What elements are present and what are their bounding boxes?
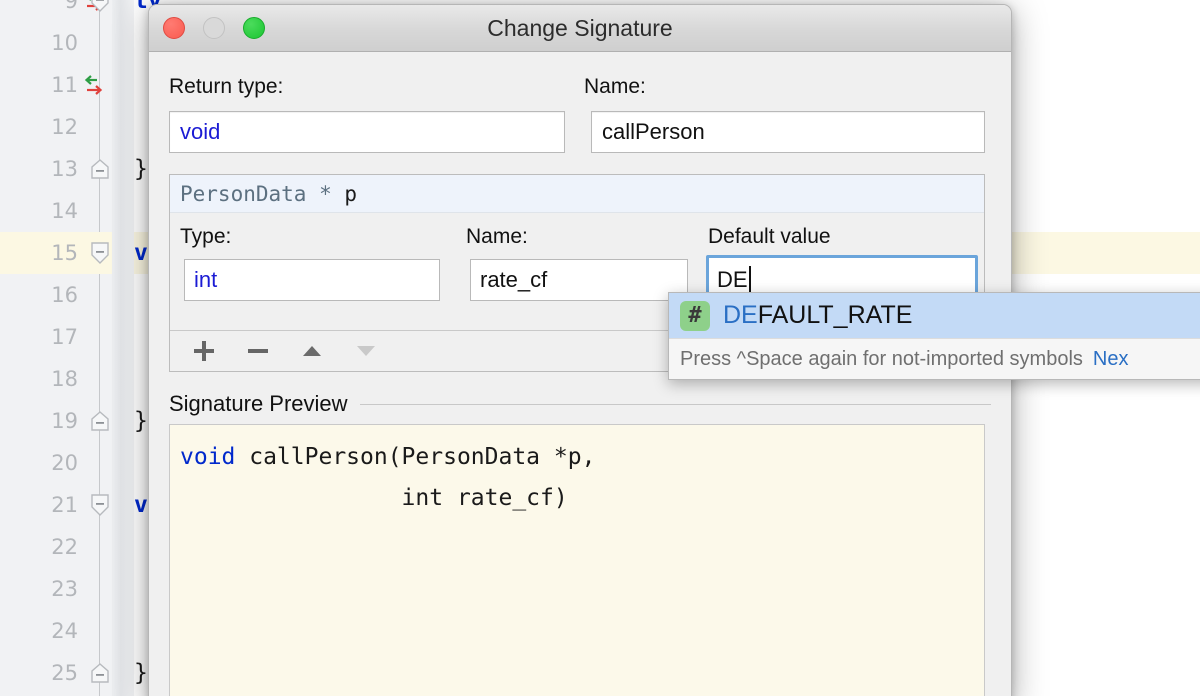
- parameter-row-existing[interactable]: PersonData * p: [170, 175, 984, 213]
- remove-parameter-button[interactable]: [236, 334, 280, 368]
- fold-end-icon[interactable]: [90, 410, 110, 432]
- parameter-name-input[interactable]: rate_cf: [470, 259, 688, 301]
- line-number[interactable]: 9: [0, 0, 78, 22]
- line-number[interactable]: 16: [0, 274, 78, 316]
- editor-code-text: }: [134, 660, 148, 686]
- move-parameter-down-button[interactable]: [344, 334, 388, 368]
- line-number[interactable]: 24: [0, 610, 78, 652]
- autocomplete-item-label: DEFAULT_RATE: [723, 301, 912, 330]
- move-parameter-up-button[interactable]: [290, 334, 334, 368]
- line-number[interactable]: 17: [0, 316, 78, 358]
- line-number[interactable]: 18: [0, 358, 78, 400]
- return-type-input[interactable]: void: [169, 111, 565, 153]
- line-number[interactable]: 22: [0, 526, 78, 568]
- arrow-up-icon: [303, 346, 321, 356]
- dialog-title: Change Signature: [487, 15, 673, 41]
- autocomplete-hint-bar: Press ^Space again for not-imported symb…: [669, 338, 1200, 379]
- column-label-default-value: Default value: [708, 225, 831, 248]
- line-number[interactable]: 13: [0, 148, 78, 190]
- signature-preview-divider: [359, 403, 991, 405]
- plus-icon: [194, 341, 214, 361]
- line-number[interactable]: 20: [0, 442, 78, 484]
- arrow-down-icon: [357, 346, 375, 356]
- autocomplete-next-link[interactable]: Nex: [1093, 348, 1129, 371]
- autocomplete-rest: FAULT_RATE: [757, 301, 913, 329]
- line-number[interactable]: 25: [0, 652, 78, 694]
- fold-end-icon[interactable]: [90, 662, 110, 684]
- column-label-name: Name:: [466, 225, 528, 248]
- signature-preview-content: void callPerson(PersonData *p, int rate_…: [169, 424, 985, 696]
- fold-end-icon[interactable]: [90, 158, 110, 180]
- column-label-type: Type:: [180, 225, 232, 248]
- line-number[interactable]: 21: [0, 484, 78, 526]
- signature-line2: int rate_cf): [180, 485, 568, 511]
- default-value-text: DE: [717, 267, 748, 292]
- fold-collapse-icon[interactable]: [90, 242, 110, 264]
- return-type-label: Return type:: [169, 75, 284, 98]
- dialog-titlebar[interactable]: Change Signature: [149, 5, 1011, 52]
- parameter-row-name: p: [344, 182, 358, 206]
- autocomplete-item-default-rate[interactable]: # DEFAULT_RATE: [669, 293, 1200, 338]
- editor-code-text: }: [134, 408, 148, 434]
- method-name-label: Name:: [584, 75, 646, 98]
- line-number[interactable]: 14: [0, 190, 78, 232]
- signature-preview-header: Signature Preview: [169, 389, 991, 419]
- editor-code-text: }: [134, 156, 148, 182]
- line-number[interactable]: 12: [0, 106, 78, 148]
- autocomplete-popup[interactable]: # DEFAULT_RATE Press ^Space again for no…: [668, 292, 1200, 380]
- fold-collapse-icon[interactable]: [90, 0, 110, 12]
- vcs-change-arrows-icon[interactable]: [84, 71, 110, 99]
- parameter-row-type: PersonData *: [180, 182, 332, 206]
- method-name-input[interactable]: callPerson: [591, 111, 985, 153]
- signature-line1: callPerson(PersonData *p,: [235, 444, 596, 470]
- line-number[interactable]: 10: [0, 22, 78, 64]
- signature-preview-label: Signature Preview: [169, 391, 348, 416]
- text-caret: [748, 266, 751, 292]
- add-parameter-button[interactable]: [182, 334, 226, 368]
- line-number[interactable]: 19: [0, 400, 78, 442]
- minus-icon: [248, 349, 268, 353]
- line-number[interactable]: 23: [0, 568, 78, 610]
- parameter-type-input[interactable]: int: [184, 259, 440, 301]
- autocomplete-hint-text: Press ^Space again for not-imported symb…: [680, 347, 1083, 370]
- autocomplete-matched-prefix: DE: [723, 301, 758, 329]
- signature-keyword: void: [180, 444, 236, 470]
- fold-collapse-icon[interactable]: [90, 494, 110, 516]
- line-number[interactable]: 11: [0, 64, 78, 106]
- macro-icon: #: [680, 300, 710, 331]
- screen: 9ty10111213}1415vo16171819}2021vo2223242…: [0, 0, 1200, 696]
- line-number[interactable]: 15: [0, 232, 78, 274]
